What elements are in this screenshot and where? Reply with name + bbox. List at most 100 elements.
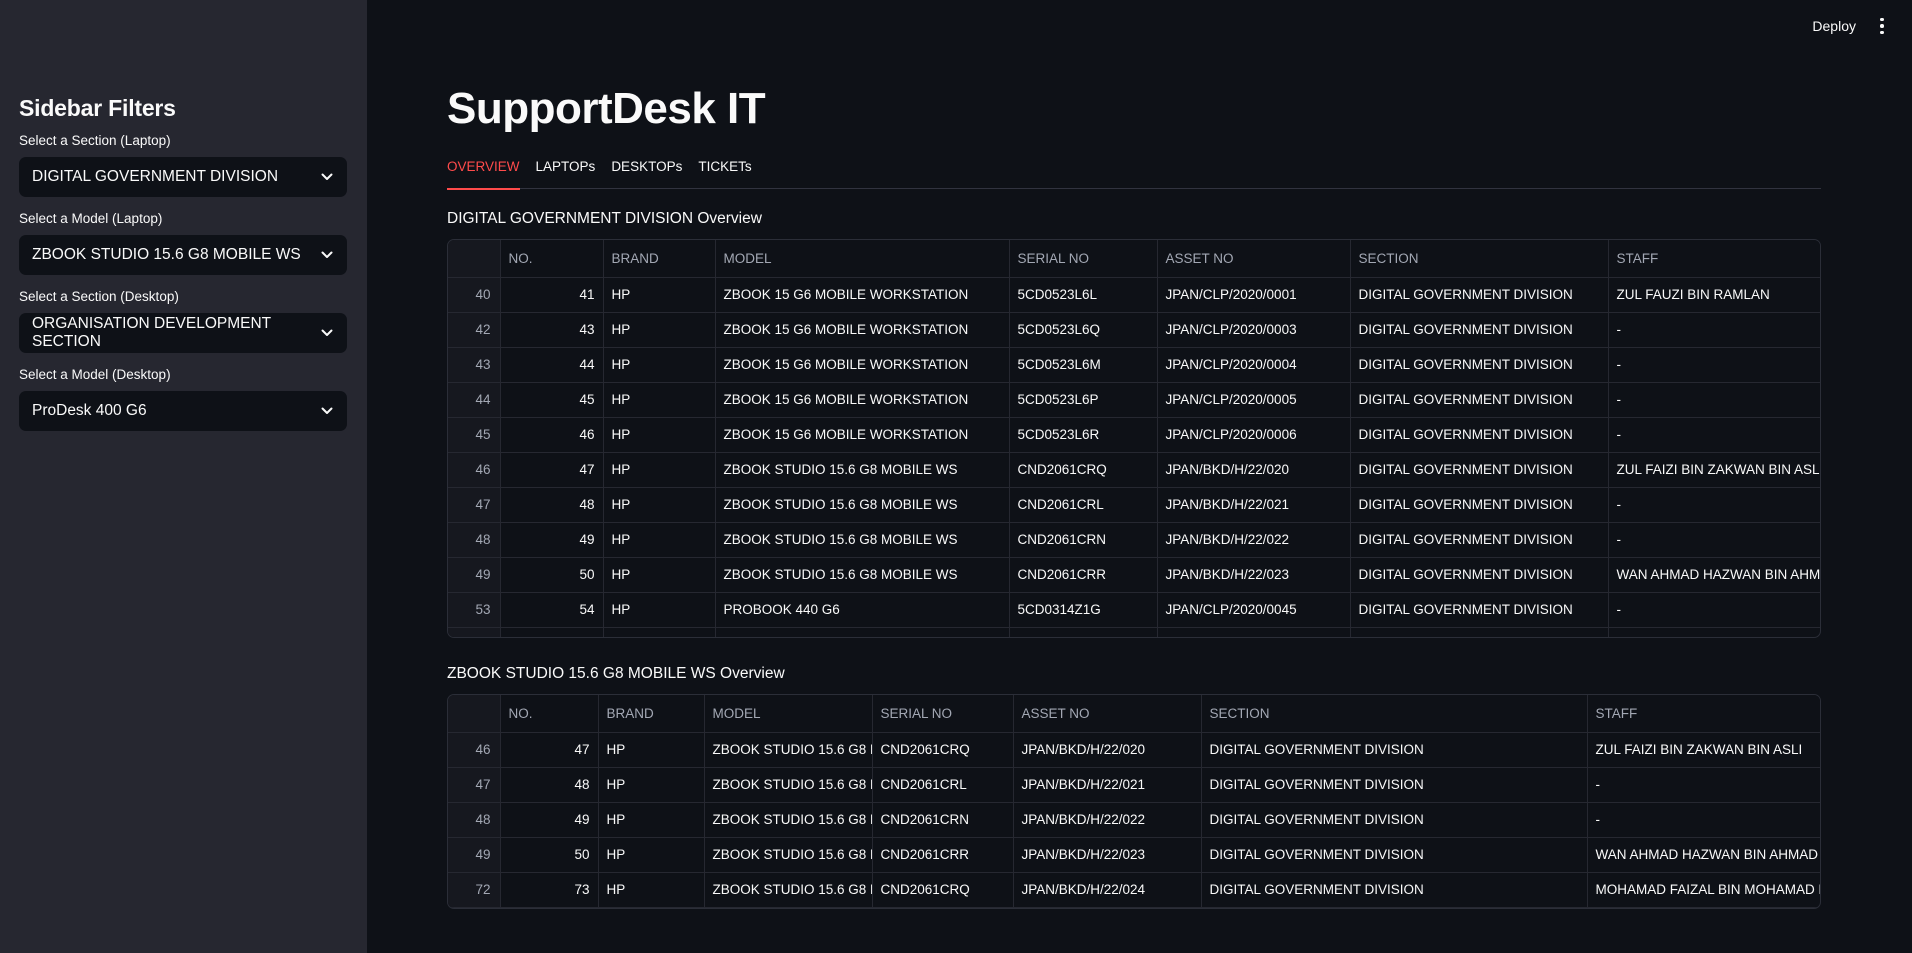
- table-cell: DIGITAL GOVERNMENT DIVISION: [1350, 277, 1609, 313]
- table-cell: ZBOOK STUDIO 15.6 G8 MO: [704, 837, 873, 873]
- filter-model-laptop: Select a Model (Laptop) ZBOOK STUDIO 15.…: [19, 211, 348, 275]
- column-header[interactable]: MODEL: [704, 695, 873, 733]
- table-cell: JPAN/BKD/H/22/022: [1013, 802, 1202, 838]
- kebab-menu-icon[interactable]: [1874, 17, 1890, 35]
- table-row[interactable]: 4950HPZBOOK STUDIO 15.6 G8 MOCND2061CRRJ…: [448, 837, 1820, 873]
- tab-desktops[interactable]: DESKTOPs: [611, 159, 682, 189]
- row-index: 46: [448, 452, 501, 488]
- column-header[interactable]: STAFF: [1608, 240, 1820, 278]
- table-cell: 44: [500, 347, 604, 383]
- row-index: 43: [448, 347, 501, 383]
- table-cell: ZBOOK STUDIO 15.6 G8 MOBILE WS: [715, 452, 1010, 488]
- table-cell: HP: [598, 732, 705, 768]
- tab-laptops[interactable]: LAPTOPs: [536, 159, 596, 189]
- table-cell: ZBOOK 15 G6 MOBILE WORKSTATION: [715, 382, 1010, 418]
- table-cell: HP: [603, 347, 716, 383]
- table-row[interactable]: 42 43 HP ZBOOK 15 G6 MOBILE WORKSTATION 5CD0…: [448, 312, 1820, 348]
- column-header[interactable]: [448, 695, 501, 733]
- column-header[interactable]: SERIAL NO: [872, 695, 1014, 733]
- model-desktop-select[interactable]: ProDesk 400 G6: [19, 391, 347, 431]
- table-row[interactable]: 43 44 HP ZBOOK 15 G6 MOBILE WORKSTATION 5CD0…: [448, 347, 1820, 383]
- table-row[interactable]: 4849HPZBOOK STUDIO 15.6 G8 MOCND2061CRNJ…: [448, 802, 1820, 838]
- filter-section-desktop: Select a Section (Desktop) ORGANISATION …: [19, 289, 348, 353]
- row-index: 47: [448, 487, 501, 523]
- table-cell: JPAN/BKD/H/22/023: [1013, 837, 1202, 873]
- deploy-button[interactable]: Deploy: [1812, 18, 1856, 34]
- column-header[interactable]: SECTION: [1350, 240, 1609, 278]
- table-cell: CND2061CRL: [1009, 487, 1158, 523]
- table-cell: 73: [500, 872, 599, 908]
- table-cell: CND2061CRR: [872, 837, 1014, 873]
- table-cell: JPAN/CLP/2020/0004: [1157, 347, 1351, 383]
- column-header[interactable]: BRAND: [598, 695, 705, 733]
- table-row[interactable]: 45 46 HP ZBOOK 15 G6 MOBILE WORKSTATION 5CD0…: [448, 417, 1820, 453]
- table-cell: 54: [500, 592, 604, 628]
- model-overview-table[interactable]: NO. BRAND MODEL SERIAL NO ASSET NO SECTION STA…: [447, 694, 1821, 909]
- column-header[interactable]: ASSET NO: [1157, 240, 1351, 278]
- table-cell: 48: [500, 487, 604, 523]
- table-cell: CND2061CRQ: [1009, 452, 1158, 488]
- table-cell: HP: [603, 312, 716, 348]
- table-cell: -: [1608, 347, 1820, 383]
- select-value: ProDesk 400 G6: [32, 402, 147, 419]
- column-header[interactable]: MODEL: [715, 240, 1010, 278]
- table-cell: JPAN/BKD/H/22/021: [1013, 767, 1202, 803]
- table-cell: -: [1608, 417, 1820, 453]
- table-row[interactable]: 53 54 HP PROBOOK 440 G6 5CD0314Z1G JPAN/CLP/2…: [448, 592, 1820, 628]
- table-row[interactable]: 4748HPZBOOK STUDIO 15.6 G8 MOCND2061CRLJ…: [448, 767, 1820, 803]
- table-cell: 5CD0523L6L: [1009, 277, 1158, 313]
- table-row-partial: [448, 627, 1820, 637]
- table-row[interactable]: 7273HPZBOOK STUDIO 15.6 G8 MOCND2061CRQJ…: [448, 872, 1820, 908]
- table-cell: HP: [603, 592, 716, 628]
- table-row[interactable]: 40 41 HP ZBOOK 15 G6 MOBILE WORKSTATION 5CD0…: [448, 277, 1820, 313]
- table-cell: HP: [603, 452, 716, 488]
- table-cell: ZBOOK STUDIO 15.6 G8 MO: [704, 872, 873, 908]
- column-header[interactable]: SERIAL NO: [1009, 240, 1158, 278]
- row-index: 48: [448, 522, 501, 558]
- table-row[interactable]: 48 49 HP ZBOOK STUDIO 15.6 G8 MOBILE WS CND2…: [448, 522, 1820, 558]
- table-cell: DIGITAL GOVERNMENT DIVISION: [1350, 382, 1609, 418]
- table-cell: WAN AHMAD HAZWAN BIN AHMAD SUM: [1587, 837, 1820, 873]
- chevron-down-icon: [321, 405, 333, 417]
- column-header[interactable]: [448, 240, 501, 278]
- column-header[interactable]: ASSET NO: [1013, 695, 1202, 733]
- column-header[interactable]: SECTION: [1201, 695, 1588, 733]
- select-value: ORGANISATION DEVELOPMENT SECTION: [32, 315, 271, 350]
- table-cell: JPAN/BKD/H/22/022: [1157, 522, 1351, 558]
- column-header[interactable]: STAFF: [1587, 695, 1820, 733]
- tab-tickets[interactable]: TICKETs: [698, 159, 751, 189]
- column-header[interactable]: NO.: [500, 240, 604, 278]
- table-cell: CND2061CRR: [1009, 557, 1158, 593]
- filter-label: Select a Model (Laptop): [19, 211, 163, 226]
- section-overview-title: DIGITAL GOVERNMENT DIVISION Overview: [447, 210, 762, 227]
- table-cell: 48: [500, 767, 599, 803]
- column-header[interactable]: NO.: [500, 695, 599, 733]
- table-cell: DIGITAL GOVERNMENT DIVISION: [1350, 347, 1609, 383]
- table-row[interactable]: 47 48 HP ZBOOK STUDIO 15.6 G8 MOBILE WS CND2…: [448, 487, 1820, 523]
- table-cell: ZUL FAUZI BIN RAMLAN: [1608, 277, 1820, 313]
- table-cell: JPAN/BKD/H/22/024: [1013, 872, 1202, 908]
- table-cell: MOHAMAD FAIZAL BIN MOHAMAD RAZI: [1587, 872, 1820, 908]
- table-cell: ZBOOK STUDIO 15.6 G8 MOBILE WS: [715, 522, 1010, 558]
- row-index: 42: [448, 312, 501, 348]
- table-cell: 47: [500, 732, 599, 768]
- section-overview-table[interactable]: NO. BRAND MODEL SERIAL NO ASSET NO SECTION STA…: [447, 239, 1821, 638]
- table-cell: DIGITAL GOVERNMENT DIVISION: [1201, 837, 1588, 873]
- table-cell: -: [1608, 592, 1820, 628]
- table-row[interactable]: 44 45 HP ZBOOK 15 G6 MOBILE WORKSTATION 5CD0…: [448, 382, 1820, 418]
- section-laptop-select[interactable]: DIGITAL GOVERNMENT DIVISION: [19, 157, 347, 197]
- column-header[interactable]: BRAND: [603, 240, 716, 278]
- table-cell: -: [1587, 767, 1820, 803]
- tab-overview[interactable]: OVERVIEW: [447, 159, 520, 190]
- table-cell: -: [1587, 802, 1820, 838]
- table-cell: -: [1608, 312, 1820, 348]
- table-cell: 50: [500, 837, 599, 873]
- table-row[interactable]: 46 47 HP ZBOOK STUDIO 15.6 G8 MOBILE WS CND2…: [448, 452, 1820, 488]
- table-row[interactable]: 49 50 HP ZBOOK STUDIO 15.6 G8 MOBILE WS CND2…: [448, 557, 1820, 593]
- table-cell: DIGITAL GOVERNMENT DIVISION: [1350, 592, 1609, 628]
- table-cell: DIGITAL GOVERNMENT DIVISION: [1350, 452, 1609, 488]
- app-root: Sidebar Filters Select a Section (Laptop…: [0, 0, 1912, 953]
- table-row[interactable]: 4647HPZBOOK STUDIO 15.6 G8 MOCND2061CRQJ…: [448, 732, 1820, 768]
- section-desktop-select[interactable]: ORGANISATION DEVELOPMENT SECTION: [19, 313, 347, 353]
- model-laptop-select[interactable]: ZBOOK STUDIO 15.6 G8 MOBILE WS: [19, 235, 347, 275]
